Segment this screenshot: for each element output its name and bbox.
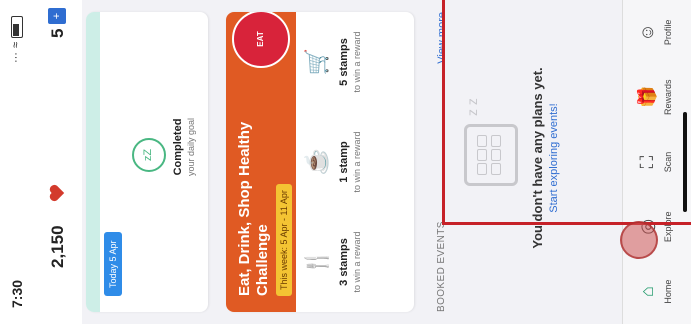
challenge-card[interactable]: Eat, Drink, Shop Healthy Challenge This …: [226, 12, 414, 312]
home-icon: ⌂: [637, 286, 657, 298]
nav-home[interactable]: ⌂ Home: [623, 259, 691, 324]
stamp-title: 5 stamps: [338, 38, 350, 86]
battery-icon: [11, 16, 23, 38]
goal-subtitle: your daily goal: [186, 117, 196, 177]
daily-goal-card[interactable]: Today 5 Apr zZ Completed your daily goal: [86, 12, 208, 312]
points-bar: 2,150 5 +: [34, 0, 82, 324]
stamp-item: 🍴 3 stamps to win a reward: [302, 212, 362, 312]
drink-icon: ☕: [304, 148, 329, 176]
heart-icon: [49, 184, 65, 202]
booked-events-label: BOOKED EVENTS: [436, 221, 447, 312]
shopping-cart-icon: 🛒: [304, 48, 329, 76]
ticket-icon[interactable]: +: [48, 8, 66, 24]
fork-knife-icon: 🍴: [304, 248, 329, 276]
wifi-icon: ≈: [10, 42, 22, 49]
stamp-desc: to win a reward: [352, 131, 362, 193]
stamp-title: 3 stamps: [338, 238, 350, 286]
stamp-item: ☕ 1 stamp to win a reward: [302, 112, 362, 212]
app-screen: 7:30 ··· ≈ 2,150 5 + Today 5 Apr zZ Comp…: [0, 0, 691, 324]
stamp-list: 🍴 3 stamps to win a reward ☕ 1 stamp to …: [302, 12, 362, 312]
sleep-zz-icon: zZ: [132, 138, 166, 172]
status-time: 7:30: [9, 279, 25, 308]
date-pill: Today 5 Apr: [104, 232, 122, 296]
highlight-box: [442, 0, 691, 225]
nav-label: Home: [663, 279, 673, 304]
challenge-logo: EAT: [232, 12, 290, 68]
stamp-item: 🛒 5 stamps to win a reward: [302, 12, 362, 112]
points-value: 2,150: [48, 225, 67, 268]
signal-icon: ···: [10, 52, 22, 64]
status-icons: ··· ≈: [10, 16, 23, 63]
touch-indicator: [620, 221, 658, 259]
challenge-week: This week: 5 Apr - 11 Apr: [276, 184, 292, 296]
challenge-title: Eat, Drink, Shop Healthy Challenge: [236, 121, 271, 296]
goal-card-band: [86, 12, 100, 312]
goal-title: Completed: [172, 118, 184, 176]
stamp-desc: to win a reward: [352, 231, 362, 293]
ticket-count: 5: [48, 28, 67, 38]
stamp-desc: to win a reward: [352, 31, 362, 93]
status-bar: 7:30 ··· ≈: [0, 0, 34, 324]
stamp-title: 1 stamp: [338, 141, 350, 183]
